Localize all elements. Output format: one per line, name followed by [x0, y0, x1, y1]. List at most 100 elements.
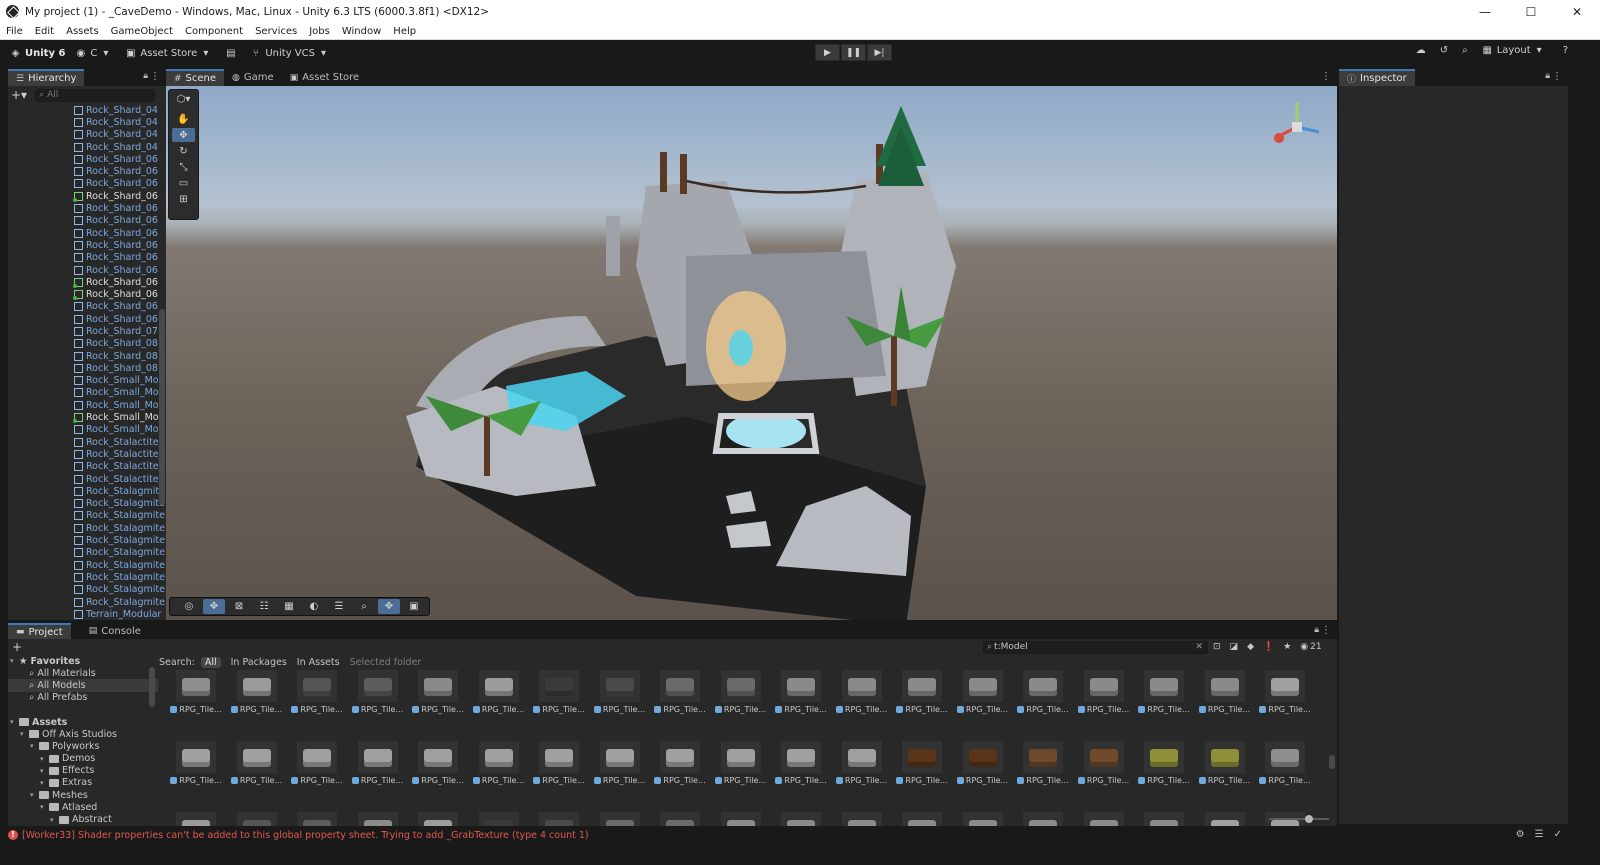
hierarchy-item[interactable]: Rock_Shard_06 [8, 313, 166, 325]
asset-tile[interactable] [714, 812, 768, 826]
asset-tile[interactable]: RPG_Tile... [169, 741, 223, 793]
visibility-icon[interactable]: ◉ [1300, 642, 1308, 652]
snap-button[interactable]: ⊠ [228, 599, 250, 614]
asset-store-dropdown[interactable]: ▣ Asset Store ▾ [125, 48, 215, 59]
stack-icon[interactable]: ☰ [1535, 829, 1544, 840]
tab-hierarchy[interactable]: ☰ Hierarchy [8, 69, 85, 86]
asset-tile[interactable]: RPG_Tile... [593, 741, 647, 793]
asset-tile[interactable]: RPG_Tile... [290, 670, 344, 722]
hierarchy-item[interactable]: Rock_Stalagmite [8, 571, 166, 583]
step-button[interactable]: ▶| [867, 44, 892, 61]
asset-tile[interactable] [774, 812, 828, 826]
expand-arrow-icon[interactable]: ▾ [40, 767, 49, 775]
expand-arrow-icon[interactable]: ▾ [10, 718, 19, 726]
account-dropdown[interactable]: ◉ C ▾ [75, 48, 115, 59]
hierarchy-item[interactable]: Rock_Shard_06 [8, 288, 166, 301]
asset-tile[interactable]: RPG_Tile... [1198, 670, 1252, 722]
project-search-input[interactable]: ⌕ t:Model ✕ [983, 640, 1208, 654]
tree-item[interactable]: ▾ Abstract [8, 813, 158, 825]
asset-tile[interactable]: RPG_Tile... [895, 670, 949, 722]
asset-tile[interactable]: RPG_Tile... [1016, 670, 1070, 722]
asset-tile[interactable] [593, 812, 647, 826]
asset-tile[interactable]: RPG_Tile... [1137, 741, 1191, 793]
rotate-tool-button[interactable]: ↻ [172, 144, 195, 158]
asset-tile[interactable] [290, 812, 344, 826]
hierarchy-item[interactable]: Rock_Stalagmite [8, 559, 166, 571]
hierarchy-item[interactable]: Rock_Shard_06 [8, 202, 166, 214]
asset-tile[interactable] [653, 812, 707, 826]
maximize-button[interactable]: ☐ [1508, 0, 1554, 23]
asset-tile[interactable] [1077, 812, 1131, 826]
hierarchy-item[interactable]: Rock_Shard_06 [8, 190, 166, 202]
asset-tile[interactable] [895, 812, 949, 826]
check-icon[interactable]: ✓ [1554, 829, 1562, 840]
hierarchy-item[interactable]: Rock_Shard_08 [8, 362, 166, 374]
hierarchy-search-input[interactable]: ⌕ All [35, 88, 156, 102]
hierarchy-item[interactable]: Rock_Stalagmite [8, 510, 166, 522]
asset-tile[interactable] [472, 812, 526, 826]
transform-tool-button[interactable]: ⊞ [172, 192, 195, 206]
hierarchy-item[interactable]: Rock_Shard_04 [8, 141, 166, 153]
more-icon[interactable]: ⋮ [1321, 71, 1331, 82]
asset-tile[interactable]: RPG_Tile... [774, 670, 828, 722]
filter-type-icon[interactable]: ◪ [1230, 642, 1239, 652]
hierarchy-item[interactable]: Rock_Stalactite_ [8, 448, 166, 460]
rect-tool-button[interactable]: ▭ [172, 176, 195, 190]
tab-game[interactable]: ◍ Game [224, 69, 282, 86]
hierarchy-item[interactable]: Rock_Shard_06 [8, 165, 166, 177]
asset-tile[interactable]: RPG_Tile... [1198, 741, 1252, 793]
vcs-dropdown[interactable]: ⑂ Unity VCS ▾ [250, 48, 333, 59]
tree-item[interactable]: ▾ Polyworks [8, 740, 158, 752]
expand-arrow-icon[interactable]: ▾ [30, 742, 39, 750]
close-button[interactable]: ✕ [1554, 0, 1600, 23]
hierarchy-item[interactable]: Rock_Shard_08 [8, 350, 166, 362]
create-button[interactable]: + [12, 640, 22, 654]
asset-tile[interactable]: RPG_Tile... [169, 670, 223, 722]
thumbnail-size-slider[interactable] [1269, 815, 1329, 823]
move-gizmo-button[interactable]: ✥ [378, 599, 400, 614]
global-toggle-button[interactable]: ◎ [178, 599, 200, 614]
tree-item[interactable]: ▾ Assets [8, 716, 158, 728]
cloud-icon[interactable]: ☁ [1416, 45, 1426, 56]
tab-scene[interactable]: # Scene [166, 69, 225, 86]
search-icon[interactable]: ⌕ [1462, 45, 1468, 56]
status-bar[interactable]: ! [Worker33] Shader properties can't be … [0, 827, 1568, 843]
expand-arrow-icon[interactable]: ▾ [40, 779, 49, 787]
asset-tile[interactable]: RPG_Tile... [714, 670, 768, 722]
tree-item[interactable]: ⌕ All Prefabs [8, 692, 158, 704]
asset-tile[interactable]: RPG_Tile... [956, 670, 1010, 722]
project-tree-scrollbar[interactable] [149, 667, 155, 707]
hierarchy-item[interactable]: Rock_Small_Mos [8, 424, 166, 436]
hierarchy-item[interactable]: Rock_Small_Mos [8, 411, 166, 424]
menu-services[interactable]: Services [255, 26, 297, 37]
menu-component[interactable]: Component [185, 26, 243, 37]
asset-tile[interactable] [230, 812, 284, 826]
tree-item[interactable]: ▾ Off Axis Studios [8, 728, 158, 740]
hierarchy-item[interactable]: Rock_Shard_08 [8, 338, 166, 350]
asset-tile[interactable]: RPG_Tile... [714, 741, 768, 793]
asset-tile[interactable]: RPG_Tile... [593, 670, 647, 722]
menu-assets[interactable]: Assets [66, 26, 99, 37]
hierarchy-item[interactable]: Rock_Small_Mos [8, 375, 166, 387]
expand-arrow-icon[interactable]: ▾ [50, 816, 59, 824]
debug-icon[interactable]: ⚙ [1516, 829, 1525, 840]
tree-item[interactable]: ▾ Meshes [8, 789, 158, 801]
hierarchy-item[interactable]: Terrain_Modular [8, 608, 166, 620]
camera-button[interactable]: ▣ [403, 599, 425, 614]
pivot-toggle-button[interactable]: ✥ [203, 599, 225, 614]
hierarchy-item[interactable]: Rock_Shard_06 [8, 178, 166, 190]
orientation-gizmo[interactable] [1267, 92, 1327, 162]
hierarchy-item[interactable]: Rock_Shard_06 [8, 215, 166, 227]
asset-tile[interactable]: RPG_Tile... [1016, 741, 1070, 793]
asset-tile[interactable]: RPG_Tile... [351, 741, 405, 793]
asset-tile[interactable]: RPG_Tile... [532, 670, 586, 722]
hierarchy-item[interactable]: Rock_Stalactite_ [8, 473, 166, 485]
asset-tile[interactable] [351, 812, 405, 826]
asset-tile[interactable] [956, 812, 1010, 826]
hierarchy-item[interactable]: Rock_Small_Mos [8, 399, 166, 411]
asset-tile[interactable]: RPG_Tile... [1077, 670, 1131, 722]
scope-selected-folder[interactable]: Selected folder [350, 657, 422, 668]
hierarchy-item[interactable]: Rock_Stalagmite [8, 485, 166, 497]
asset-tile[interactable]: RPG_Tile... [472, 670, 526, 722]
hierarchy-item[interactable]: Rock_Shard_06 [8, 276, 166, 288]
